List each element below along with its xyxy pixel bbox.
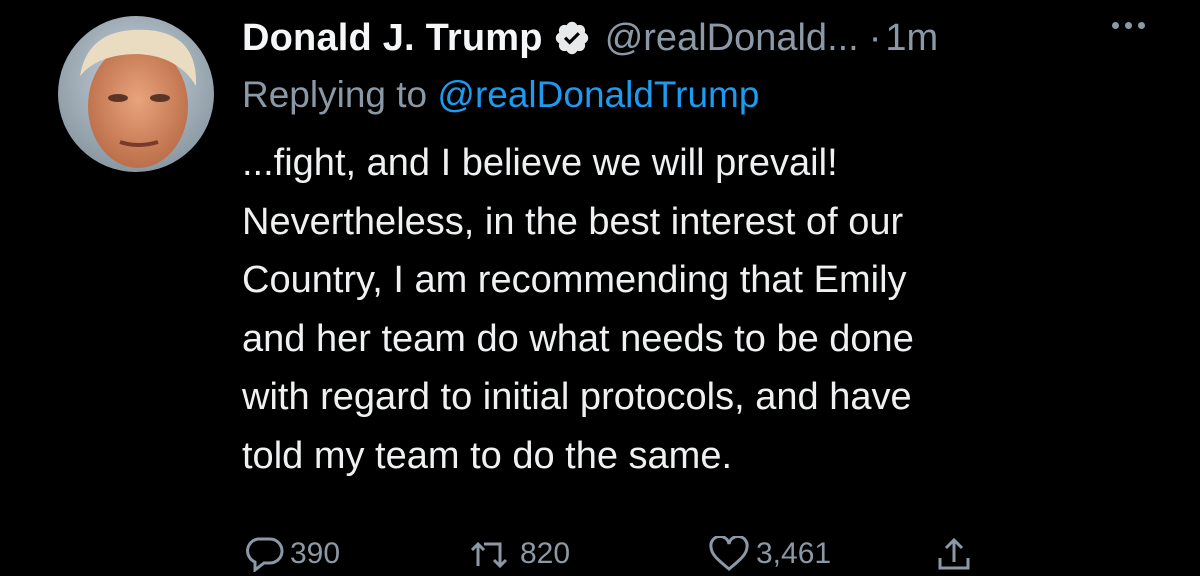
reply-context: Replying to @realDonaldTrump — [242, 70, 1142, 120]
retweet-icon — [470, 536, 514, 572]
tweet-line: with regard to initial protocols, and ha… — [242, 376, 912, 418]
like-button[interactable]: 3,461 — [708, 536, 831, 572]
tweet[interactable]: Donald J. Trump @realDonald... · 1m Repl… — [242, 10, 1145, 485]
reply-mention-link[interactable]: @realDonaldTrump — [437, 74, 759, 115]
reply-button[interactable]: 390 — [244, 536, 340, 572]
like-count: 3,461 — [756, 537, 832, 570]
avatar[interactable] — [58, 16, 214, 172]
reply-icon — [244, 536, 284, 572]
avatar-image — [58, 16, 214, 172]
retweet-button[interactable]: 820 — [470, 536, 570, 572]
share-icon — [934, 536, 974, 572]
timestamp[interactable]: 1m — [885, 17, 938, 60]
tweet-line: Country, I am recommending that Emily — [242, 259, 907, 301]
more-options-icon[interactable] — [1112, 22, 1145, 29]
tweet-line: and her team do what needs to be done — [242, 317, 914, 360]
reply-count: 390 — [290, 537, 341, 570]
tweet-line: told my team to do the same. — [242, 434, 733, 477]
reply-prefix: Replying to — [242, 74, 428, 115]
verified-badge-icon — [553, 19, 591, 57]
tweet-line: ...fight, and I believe we will prevail! — [242, 142, 838, 184]
tweet-line: Nevertheless, in the best interest of ou… — [242, 200, 904, 243]
tweet-header: Donald J. Trump @realDonald... · 1m — [242, 10, 1142, 66]
tweet-text: ...fight, and I believe we will prevail!… — [242, 134, 1142, 485]
author-handle[interactable]: @realDonald... — [605, 17, 859, 60]
like-icon — [708, 536, 750, 572]
author-name[interactable]: Donald J. Trump — [242, 17, 543, 60]
retweet-count: 820 — [520, 537, 571, 570]
share-button[interactable] — [934, 536, 974, 572]
separator-dot: · — [868, 16, 882, 59]
